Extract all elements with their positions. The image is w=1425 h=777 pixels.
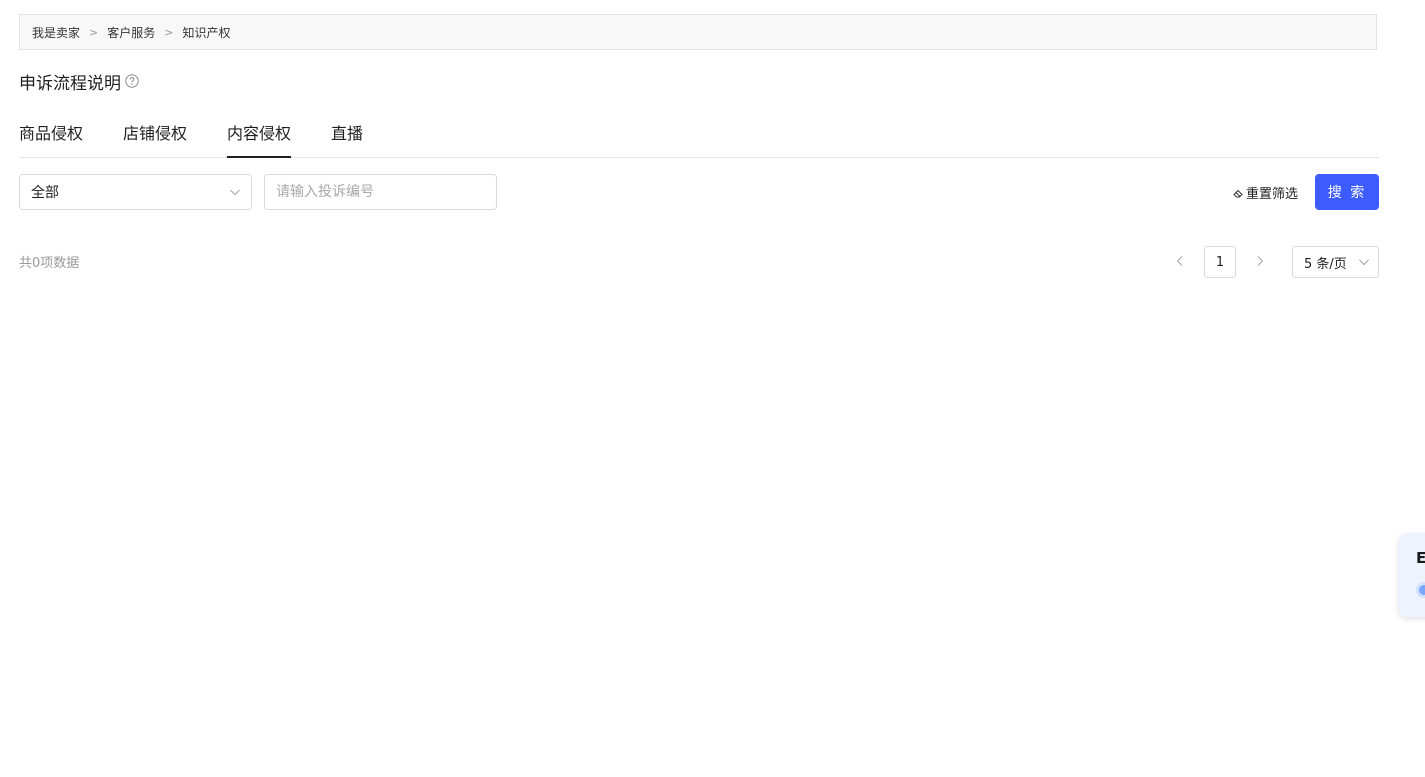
tab-store-infringement[interactable]: 店铺侵权	[123, 120, 187, 157]
floating-widget-text: E	[1416, 549, 1425, 567]
total-count: 共0项数据	[19, 256, 80, 271]
type-select[interactable]: 全部	[19, 174, 252, 210]
chevron-left-icon[interactable]	[1173, 254, 1187, 268]
tab-live[interactable]: 直播	[331, 120, 363, 157]
chevron-down-icon	[230, 189, 240, 196]
page-size-value: 5 条/页	[1304, 256, 1347, 272]
breadcrumb-item-ip: 知识产权	[182, 25, 231, 40]
breadcrumb-separator: >	[89, 25, 99, 39]
breadcrumb-item-seller[interactable]: 我是卖家	[32, 24, 80, 41]
reset-filter-label: 重置筛选	[1246, 186, 1299, 202]
type-select-value: 全部	[31, 185, 59, 201]
page-title: 申诉流程说明	[19, 68, 139, 94]
tab-product-infringement[interactable]: 商品侵权	[19, 120, 83, 157]
eraser-icon	[1233, 189, 1243, 197]
complaint-number-input[interactable]	[264, 174, 497, 210]
page-size-select[interactable]: 5 条/页	[1292, 246, 1379, 278]
page-title-text: 申诉流程说明	[19, 73, 121, 94]
floating-assistant-widget[interactable]: E	[1398, 533, 1425, 617]
chevron-down-icon	[1359, 259, 1369, 266]
question-circle-icon[interactable]	[125, 74, 139, 88]
pagination-page-current[interactable]: 1	[1204, 246, 1236, 278]
reset-filter-button[interactable]: 重置筛选	[1233, 174, 1298, 210]
breadcrumb-separator: >	[164, 25, 174, 39]
tab-bar: 商品侵权 店铺侵权 内容侵权 直播	[19, 120, 1379, 158]
page: 我是卖家 > 客户服务 > 知识产权 申诉流程说明 商品侵权 店铺侵权 内容侵权…	[0, 0, 1425, 777]
chevron-right-icon[interactable]	[1253, 254, 1267, 268]
search-button[interactable]: 搜 索	[1315, 174, 1379, 210]
breadcrumb: 我是卖家 > 客户服务 > 知识产权	[19, 14, 1377, 50]
breadcrumb-item-customer-service[interactable]: 客户服务	[107, 24, 155, 41]
assistant-icon	[1416, 582, 1425, 598]
tab-content-infringement[interactable]: 内容侵权	[227, 120, 292, 158]
